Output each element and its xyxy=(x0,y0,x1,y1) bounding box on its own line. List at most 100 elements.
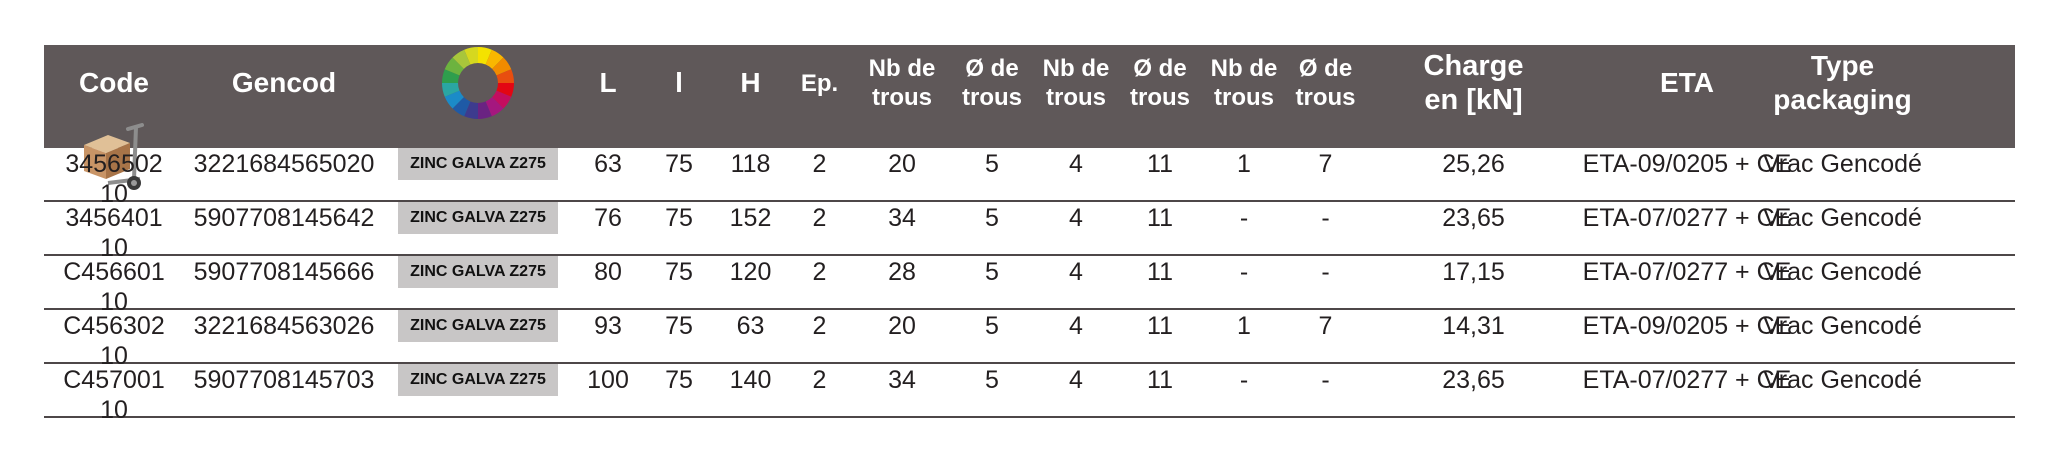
gencod-cell: 3221684565020 xyxy=(193,149,375,178)
diam-trous-1-cell: 5 xyxy=(985,257,999,286)
length-cell: 93 xyxy=(594,311,622,340)
finish-cell: ZINC GALVA Z275 xyxy=(384,256,572,288)
charge-cell: 23,65 xyxy=(1442,203,1505,232)
nb-trous-1-cell: 20 xyxy=(888,149,916,178)
code-cell: C456302 xyxy=(63,311,165,340)
length-cell: 100 xyxy=(587,365,629,394)
width-cell: 75 xyxy=(665,203,693,232)
nb-trous-1-cell: 34 xyxy=(888,203,916,232)
nb-trous-3-cell: - xyxy=(1239,365,1249,394)
code-cell: C457001 xyxy=(63,365,165,394)
nb-trous-2-cell: 4 xyxy=(1069,311,1083,340)
diam-trous-3-cell: - xyxy=(1321,365,1330,394)
charge-cell: 17,15 xyxy=(1442,257,1505,286)
nb-trous-3-cell: - xyxy=(1239,257,1249,286)
width-cell: 75 xyxy=(665,365,693,394)
header-height: H xyxy=(740,67,761,98)
header-length: L xyxy=(599,67,617,98)
thickness-cell: 2 xyxy=(812,311,827,340)
finish-badge: ZINC GALVA Z275 xyxy=(398,364,558,396)
nb-trous-2-cell: 4 xyxy=(1069,257,1083,286)
diam-trous-3-cell: 7 xyxy=(1318,149,1333,178)
length-cell: 80 xyxy=(594,257,622,286)
thickness-cell: 2 xyxy=(812,257,827,286)
header-code: Code xyxy=(79,67,149,98)
nb-trous-2-cell: 4 xyxy=(1069,149,1083,178)
thickness-cell: 2 xyxy=(812,365,827,394)
nb-trous-3-cell: 1 xyxy=(1237,311,1251,340)
header-eta: ETA xyxy=(1660,67,1714,98)
diam-trous-1-cell: 5 xyxy=(985,365,999,394)
packaging-cell: Vrac Gencodé xyxy=(1763,149,1922,178)
finish-badge: ZINC GALVA Z275 xyxy=(398,202,558,234)
nb-trous-1-cell: 20 xyxy=(888,311,916,340)
packaging-cell: Vrac Gencodé xyxy=(1763,203,1922,232)
eta-cell: ETA-07/0277 + CE xyxy=(1582,203,1792,232)
diam-trous-1-cell: 5 xyxy=(985,311,999,340)
diam-trous-2-cell: 11 xyxy=(1147,365,1173,394)
code-cell: 3456401 xyxy=(65,203,163,232)
gencod-cell: 5907708145666 xyxy=(193,257,375,286)
diam-trous-2-cell: 11 xyxy=(1147,257,1173,286)
qty-cell: 10 xyxy=(100,396,128,424)
gencod-cell: 5907708145642 xyxy=(193,203,375,232)
thickness-cell: 2 xyxy=(812,203,827,232)
diam-trous-3-cell: - xyxy=(1321,257,1330,286)
nb-trous-2-cell: 4 xyxy=(1069,203,1083,232)
nb-trous-2-cell: 4 xyxy=(1069,365,1083,394)
eta-cell: ETA-07/0277 + CE xyxy=(1582,365,1792,394)
diam-trous-3-cell: - xyxy=(1321,203,1330,232)
header-diam-trous-2: Ø de trous xyxy=(1130,55,1190,111)
product-table: Code Gencod L l H Ep. Nb de trous Ø de tro… xyxy=(44,45,2015,424)
eta-cell: ETA-07/0277 + CE xyxy=(1582,257,1792,286)
diam-trous-2-cell: 11 xyxy=(1147,311,1173,340)
height-cell: 118 xyxy=(730,149,771,178)
length-cell: 63 xyxy=(594,149,622,178)
diam-trous-3-cell: 7 xyxy=(1318,311,1333,340)
header-charge: Charge en [kN] xyxy=(1423,50,1524,116)
table-row: C456302 3221684563026 ZINC GALVA Z275 93 75 6… xyxy=(44,310,2015,370)
header-nb-trous-3: Nb de trous xyxy=(1210,55,1278,111)
table-body: 3456502 3221684565020 ZINC GALVA Z275 63 75 1… xyxy=(44,148,2015,424)
eta-cell: ETA-09/0205 + CE xyxy=(1582,149,1792,178)
length-cell: 76 xyxy=(594,203,622,232)
color-wheel-icon xyxy=(384,45,572,121)
height-cell: 63 xyxy=(736,311,765,340)
finish-cell: ZINC GALVA Z275 xyxy=(384,310,572,342)
table-row: 3456401 5907708145642 ZINC GALVA Z275 76 75 1… xyxy=(44,202,2015,262)
thickness-cell: 2 xyxy=(812,149,827,178)
width-cell: 75 xyxy=(665,311,693,340)
diam-trous-2-cell: 11 xyxy=(1147,203,1173,232)
height-cell: 140 xyxy=(729,365,772,394)
packaging-cell: Vrac Gencodé xyxy=(1763,311,1922,340)
packaging-cell: Vrac Gencodé xyxy=(1763,365,1922,394)
eta-cell: ETA-09/0205 + CE xyxy=(1582,311,1792,340)
diam-trous-1-cell: 5 xyxy=(985,149,999,178)
finish-badge: ZINC GALVA Z275 xyxy=(398,256,558,288)
table-row: C456601 5907708145666 ZINC GALVA Z275 80 75 1… xyxy=(44,256,2015,316)
finish-cell: ZINC GALVA Z275 xyxy=(384,148,572,180)
header-width: l xyxy=(675,67,683,98)
finish-cell: ZINC GALVA Z275 xyxy=(384,202,572,234)
code-cell: C456601 xyxy=(63,257,165,286)
header-diam-trous-3: Ø de trous xyxy=(1295,55,1356,111)
height-cell: 152 xyxy=(729,203,772,232)
finish-cell: ZINC GALVA Z275 xyxy=(384,364,572,396)
table-row: 3456502 3221684565020 ZINC GALVA Z275 63 75 1… xyxy=(44,148,2015,208)
table-row: C457001 5907708145703 ZINC GALVA Z275 100 75… xyxy=(44,364,2015,424)
header-type-packaging: Type packaging xyxy=(1773,50,1912,115)
header-diam-trous-1: Ø de trous xyxy=(962,55,1022,111)
header-thickness: Ep. xyxy=(800,69,839,97)
finish-badge: ZINC GALVA Z275 xyxy=(398,148,558,180)
nb-trous-1-cell: 34 xyxy=(888,365,916,394)
height-cell: 120 xyxy=(729,257,772,286)
header-gencod: Gencod xyxy=(231,67,337,98)
gencod-cell: 3221684563026 xyxy=(193,311,375,340)
gencod-cell: 5907708145703 xyxy=(193,365,375,394)
width-cell: 75 xyxy=(665,257,693,286)
nb-trous-1-cell: 28 xyxy=(888,257,916,286)
finish-badge: ZINC GALVA Z275 xyxy=(398,310,558,342)
packaging-cell: Vrac Gencodé xyxy=(1763,257,1922,286)
width-cell: 75 xyxy=(665,149,693,178)
code-cell: 3456502 xyxy=(65,149,163,178)
